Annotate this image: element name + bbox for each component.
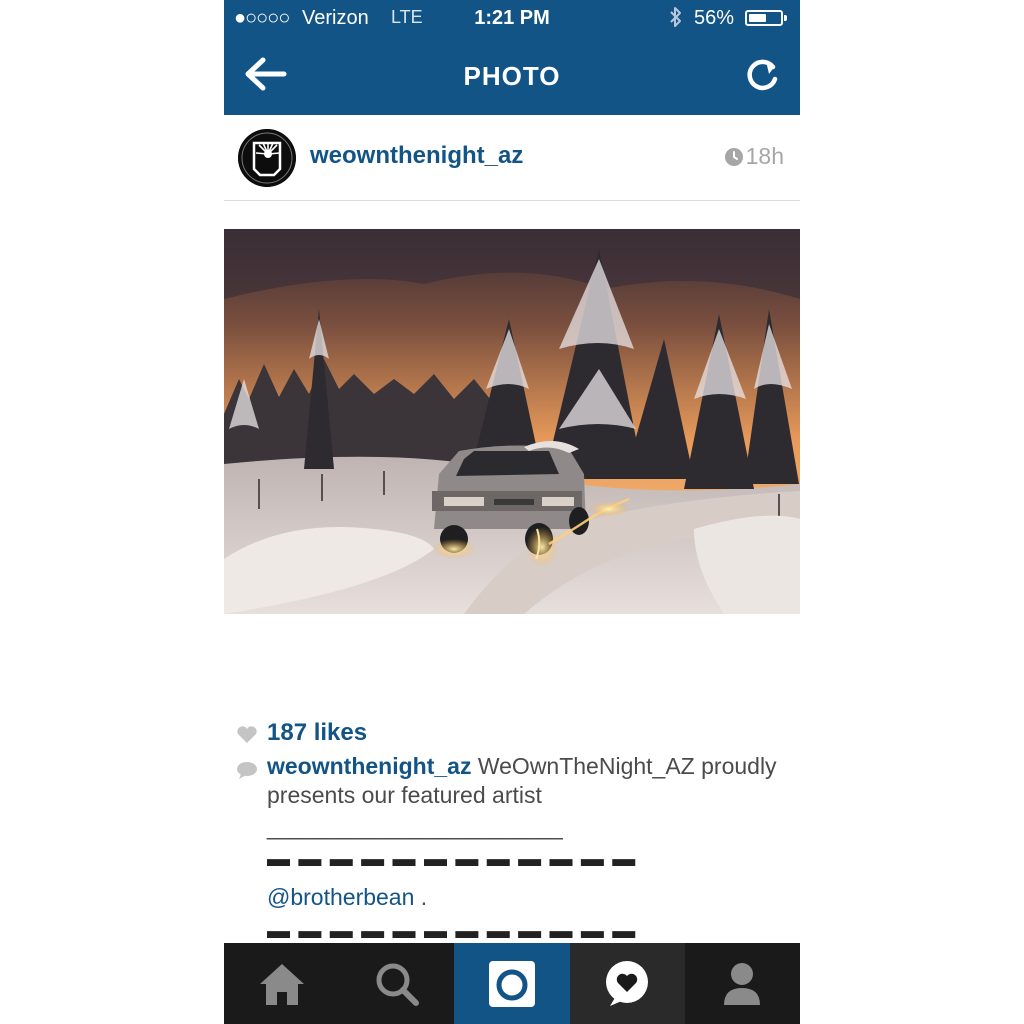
- home-icon: [259, 963, 304, 1005]
- tab-bar: [224, 943, 800, 1024]
- mention-link[interactable]: @brotherbean: [267, 884, 414, 910]
- heart-icon: [236, 726, 258, 749]
- tab-home[interactable]: [224, 943, 339, 1024]
- battery-icon: [745, 10, 787, 26]
- status-bar: ●○○○○ Verizon LTE 1:21 PM 56%: [224, 0, 800, 38]
- post-photo[interactable]: [224, 229, 800, 614]
- post-header: weownthenight_az 18h: [224, 115, 800, 201]
- battery-nub: [784, 15, 787, 21]
- nav-bar: PHOTO: [224, 38, 800, 115]
- time-ago: 18h: [745, 143, 784, 169]
- comment-icon: [236, 761, 258, 784]
- caption-mention-row: @brotherbean .: [267, 884, 427, 911]
- caption-dash-line: ▬ ▬ ▬ ▬ ▬ ▬ ▬ ▬ ▬ ▬ ▬ ▬: [267, 845, 637, 871]
- instagram-screen: ●○○○○ Verizon LTE 1:21 PM 56% PHOTO weow…: [224, 0, 800, 1024]
- camera-icon: [489, 960, 535, 1007]
- profile-icon: [724, 962, 761, 1005]
- tab-profile[interactable]: [685, 943, 800, 1024]
- refresh-icon[interactable]: [742, 56, 782, 96]
- caption-divider: _________________________: [267, 814, 563, 840]
- battery-fill: [749, 14, 766, 22]
- search-icon: [376, 963, 419, 1006]
- heart-bubble-icon: [606, 960, 649, 1006]
- page-title: PHOTO: [463, 61, 561, 91]
- post-timestamp: 18h: [724, 143, 784, 172]
- post-username[interactable]: weownthenight_az: [310, 142, 523, 170]
- battery-percent: 56%: [694, 7, 735, 29]
- mention-suffix: .: [414, 884, 428, 910]
- tab-camera[interactable]: [454, 943, 570, 1024]
- clock-icon: [724, 145, 743, 172]
- top-bar: ●○○○○ Verizon LTE 1:21 PM 56% PHOTO: [224, 0, 800, 115]
- caption-author[interactable]: weownthenight_az: [267, 753, 471, 779]
- bluetooth-icon: [668, 5, 684, 35]
- caption-dash-line-2: ▬ ▬ ▬ ▬ ▬ ▬ ▬ ▬ ▬ ▬ ▬ ▬: [267, 917, 637, 943]
- likes-count[interactable]: 187 likes: [267, 719, 367, 747]
- avatar[interactable]: [238, 129, 296, 187]
- tab-activity[interactable]: [569, 943, 685, 1024]
- tab-search[interactable]: [339, 943, 454, 1024]
- caption-text: weownthenight_az WeOwnTheNight_AZ proudl…: [267, 752, 787, 810]
